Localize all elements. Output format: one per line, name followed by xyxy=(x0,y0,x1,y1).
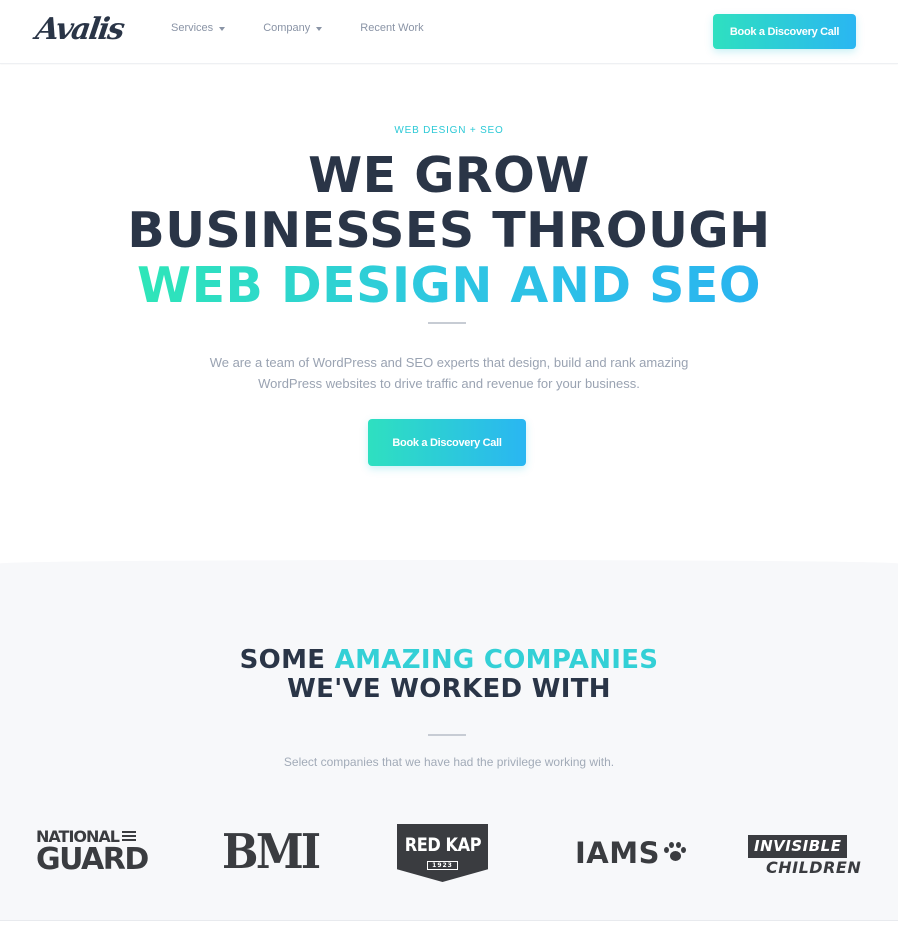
hero-section: WEB DESIGN + SEO WE GROW BUSINESSES THRO… xyxy=(0,65,898,560)
hero-eyebrow: WEB DESIGN + SEO xyxy=(394,125,504,136)
clients-subtitle: Select companies that we have had the pr… xyxy=(283,755,615,769)
nav-company-label: Company xyxy=(263,22,311,34)
chevron-down-icon xyxy=(219,27,226,31)
iams-logo: IAMS xyxy=(575,836,686,870)
nav-services[interactable]: Services xyxy=(171,22,226,34)
next-section-edge xyxy=(0,920,898,930)
flag-icon xyxy=(121,830,136,843)
chevron-down-icon xyxy=(316,27,323,31)
headline-line-1: WE GROW xyxy=(308,147,590,204)
clients-title-line2: WE'VE WORKED WITH xyxy=(287,674,611,704)
nav-recent-work[interactable]: Recent Work xyxy=(360,22,423,34)
clients-title-accent: AMAZING COMPANIES xyxy=(334,645,659,675)
main-nav: Services Company Recent Work xyxy=(171,22,424,34)
clients-section: SOME AMAZING COMPANIES WE'VE WORKED WITH… xyxy=(0,560,898,930)
avalis-logo[interactable]: Avalis xyxy=(34,12,126,47)
headline-line-2: BUSINESSES THROUGH xyxy=(127,202,771,259)
red-kap-year: 1923 xyxy=(427,861,458,870)
hero-divider xyxy=(428,322,466,324)
red-kap-text: RED KAP xyxy=(404,834,481,856)
nav-recent-work-label: Recent Work xyxy=(360,22,424,34)
nav-company[interactable]: Company xyxy=(263,22,323,34)
hero-headline: WE GROW BUSINESSES THROUGH WEB DESIGN AN… xyxy=(0,148,898,313)
hero-subtext: We are a team of WordPress and SEO exper… xyxy=(209,355,689,391)
invisible-children-text-2: CHILDREN xyxy=(766,858,862,877)
hero-discovery-call-button[interactable]: Book a Discovery Call xyxy=(368,419,526,466)
invisible-children-logo: INVISIBLE CHILDREN xyxy=(748,835,862,878)
nav-services-label: Services xyxy=(171,22,214,34)
invisible-children-text-1: INVISIBLE xyxy=(748,835,848,858)
headline-line-3: WEB DESIGN AND SEO xyxy=(137,257,761,314)
red-kap-logo: RED KAP 1923 xyxy=(397,824,488,882)
header-discovery-call-button[interactable]: Book a Discovery Call xyxy=(713,14,856,49)
site-header: Avalis Services Company Recent Work Book… xyxy=(0,0,898,64)
national-guard-text-2: GUARD xyxy=(36,842,149,877)
clients-title: SOME AMAZING COMPANIES WE'VE WORKED WITH xyxy=(0,646,898,704)
bmi-logo: BMI xyxy=(222,824,321,880)
clients-divider xyxy=(428,734,466,736)
clients-title-part1: SOME xyxy=(239,645,335,675)
iams-text: IAMS xyxy=(575,836,660,870)
national-guard-logo: NATIONAL GUARD xyxy=(36,828,149,877)
paw-icon xyxy=(663,842,686,864)
